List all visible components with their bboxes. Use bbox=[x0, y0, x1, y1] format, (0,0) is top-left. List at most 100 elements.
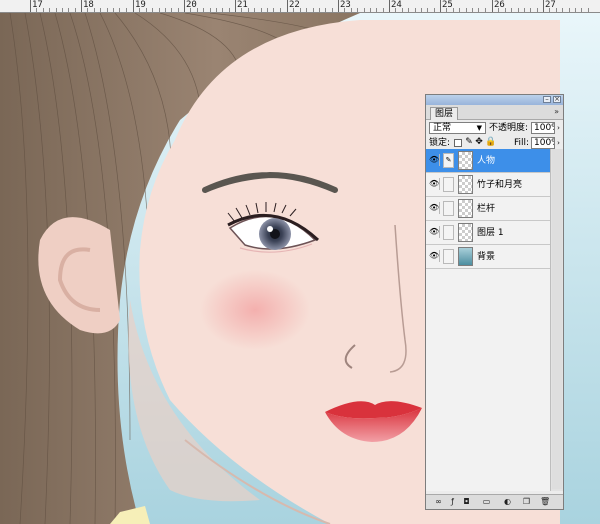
ruler-minor-tick bbox=[402, 8, 403, 12]
ruler-minor-tick bbox=[332, 8, 333, 12]
link-layers-icon[interactable]: ∞ bbox=[434, 497, 443, 506]
eye-icon[interactable]: 👁 bbox=[429, 226, 440, 238]
lock-move-icon[interactable]: ✥ bbox=[475, 138, 483, 147]
new-layer-icon[interactable]: ❐ bbox=[522, 497, 531, 506]
ruler-number: 24 bbox=[391, 0, 402, 10]
panel-menu-button[interactable]: » bbox=[554, 107, 559, 116]
tab-layers[interactable]: 图层 bbox=[430, 107, 459, 120]
layer-thumbnail bbox=[458, 175, 473, 194]
ruler-minor-tick bbox=[293, 8, 294, 12]
ruler-major-tick bbox=[440, 0, 441, 12]
ruler-minor-tick bbox=[370, 8, 371, 12]
ruler-minor-tick bbox=[556, 8, 557, 12]
ruler-minor-tick bbox=[107, 8, 108, 12]
ruler-minor-tick bbox=[485, 8, 486, 12]
lock-label: 锁定: bbox=[429, 138, 451, 148]
ruler-number: 17 bbox=[32, 0, 43, 10]
ruler-minor-tick bbox=[581, 8, 582, 12]
layer-row-layer-1[interactable]: 👁 图层 1 bbox=[426, 221, 550, 245]
ruler-minor-tick bbox=[126, 8, 127, 12]
eye-icon[interactable]: 👁 bbox=[429, 178, 440, 190]
close-icon[interactable]: × bbox=[553, 96, 561, 103]
layer-row-person[interactable]: 👁 ✎ 人物 bbox=[426, 149, 550, 173]
ruler-minor-tick bbox=[357, 8, 358, 12]
ruler-major-tick bbox=[338, 0, 339, 12]
brush-icon[interactable]: ✎ bbox=[443, 153, 454, 168]
ruler-number: 18 bbox=[83, 0, 94, 10]
ruler-major-tick bbox=[235, 0, 236, 12]
layer-name: 栏杆 bbox=[477, 204, 496, 214]
lock-paint-icon[interactable]: ✎ bbox=[465, 138, 473, 147]
ruler-minor-tick bbox=[210, 8, 211, 12]
layers-scrollbar[interactable] bbox=[550, 149, 563, 491]
ruler-minor-tick bbox=[248, 8, 249, 12]
add-mask-icon[interactable]: ◘ bbox=[462, 497, 471, 506]
ruler-minor-tick bbox=[178, 8, 179, 12]
ruler-minor-tick bbox=[56, 8, 57, 12]
ruler-minor-tick bbox=[530, 8, 531, 12]
ruler-minor-tick bbox=[505, 8, 506, 12]
eye-icon[interactable]: 👁 bbox=[429, 202, 440, 214]
new-group-icon[interactable]: ▭ bbox=[482, 497, 491, 506]
blend-mode-value: 正常 bbox=[433, 123, 452, 133]
ruler-minor-tick bbox=[459, 8, 460, 12]
minimize-icon[interactable]: – bbox=[543, 96, 551, 103]
link-slot[interactable] bbox=[443, 177, 454, 192]
lock-all-icon[interactable]: 🔒 bbox=[485, 138, 496, 147]
ruler-minor-tick bbox=[100, 8, 101, 12]
layer-thumbnail bbox=[458, 151, 473, 170]
ruler-number: 20 bbox=[186, 0, 197, 10]
ruler-minor-tick bbox=[62, 8, 63, 12]
ruler-minor-tick bbox=[75, 8, 76, 12]
ruler-minor-tick bbox=[171, 8, 172, 12]
panel-titlebar[interactable]: – × bbox=[426, 95, 563, 105]
link-slot[interactable] bbox=[443, 225, 454, 240]
add-style-icon[interactable]: ƒ bbox=[448, 497, 457, 506]
ruler-minor-tick bbox=[68, 8, 69, 12]
eye-icon[interactable]: 👁 bbox=[429, 250, 440, 262]
adjustment-layer-icon[interactable]: ◐ bbox=[503, 497, 512, 506]
ruler-minor-tick bbox=[421, 8, 422, 12]
link-slot[interactable] bbox=[443, 249, 454, 264]
link-slot[interactable] bbox=[443, 201, 454, 216]
lock-transparent-icon[interactable] bbox=[454, 139, 462, 147]
ruler-major-tick bbox=[492, 0, 493, 12]
eye-icon[interactable]: 👁 bbox=[429, 154, 440, 166]
ruler-minor-tick bbox=[537, 8, 538, 12]
layer-row-railing[interactable]: 👁 栏杆 bbox=[426, 197, 550, 221]
ruler-minor-tick bbox=[575, 8, 576, 12]
ruler-minor-tick bbox=[229, 8, 230, 12]
ruler-minor-tick bbox=[222, 8, 223, 12]
layer-name: 图层 1 bbox=[477, 228, 504, 238]
layer-name: 竹子和月亮 bbox=[477, 180, 523, 190]
opacity-input[interactable]: 100% bbox=[531, 122, 555, 134]
layer-thumbnail bbox=[458, 199, 473, 218]
fill-input[interactable]: 100% bbox=[531, 137, 555, 149]
ruler-minor-tick bbox=[273, 8, 274, 12]
panel-bottom-toolbar: ∞ ƒ ◘ ▭ ◐ ❐ 🗑 bbox=[426, 494, 563, 509]
trash-icon[interactable]: 🗑 bbox=[540, 497, 550, 506]
ruler-minor-tick bbox=[472, 8, 473, 12]
ruler-minor-tick bbox=[152, 8, 153, 12]
ruler-minor-tick bbox=[562, 8, 563, 12]
opacity-slider-arrow-icon[interactable]: › bbox=[555, 122, 562, 134]
ruler-minor-tick bbox=[36, 8, 37, 12]
panel-tabs: 图层 » bbox=[426, 105, 563, 120]
layer-name: 人物 bbox=[477, 156, 496, 166]
ruler-number: 25 bbox=[442, 0, 453, 10]
layer-row-bamboo-moon[interactable]: 👁 竹子和月亮 bbox=[426, 173, 550, 197]
ruler-minor-tick bbox=[325, 8, 326, 12]
ruler-minor-tick bbox=[261, 8, 262, 12]
layer-row-background[interactable]: 👁 背景 bbox=[426, 245, 550, 269]
ruler-minor-tick bbox=[280, 8, 281, 12]
fill-slider-arrow-icon[interactable]: › bbox=[555, 137, 562, 149]
blend-mode-select[interactable]: 正常 ▼ bbox=[429, 122, 486, 134]
ruler-minor-tick bbox=[43, 8, 44, 12]
ruler-number: 27 bbox=[545, 0, 556, 10]
ruler-minor-tick bbox=[241, 8, 242, 12]
ruler-minor-tick bbox=[434, 8, 435, 12]
ruler-number: 26 bbox=[494, 0, 505, 10]
ruler-minor-tick bbox=[49, 8, 50, 12]
layers-panel: – × 图层 » 正常 ▼ 不透明度: 100% › 锁定: ✎ ✥ 🔒 Fil… bbox=[425, 94, 564, 510]
scrollbar-track[interactable] bbox=[552, 149, 562, 489]
